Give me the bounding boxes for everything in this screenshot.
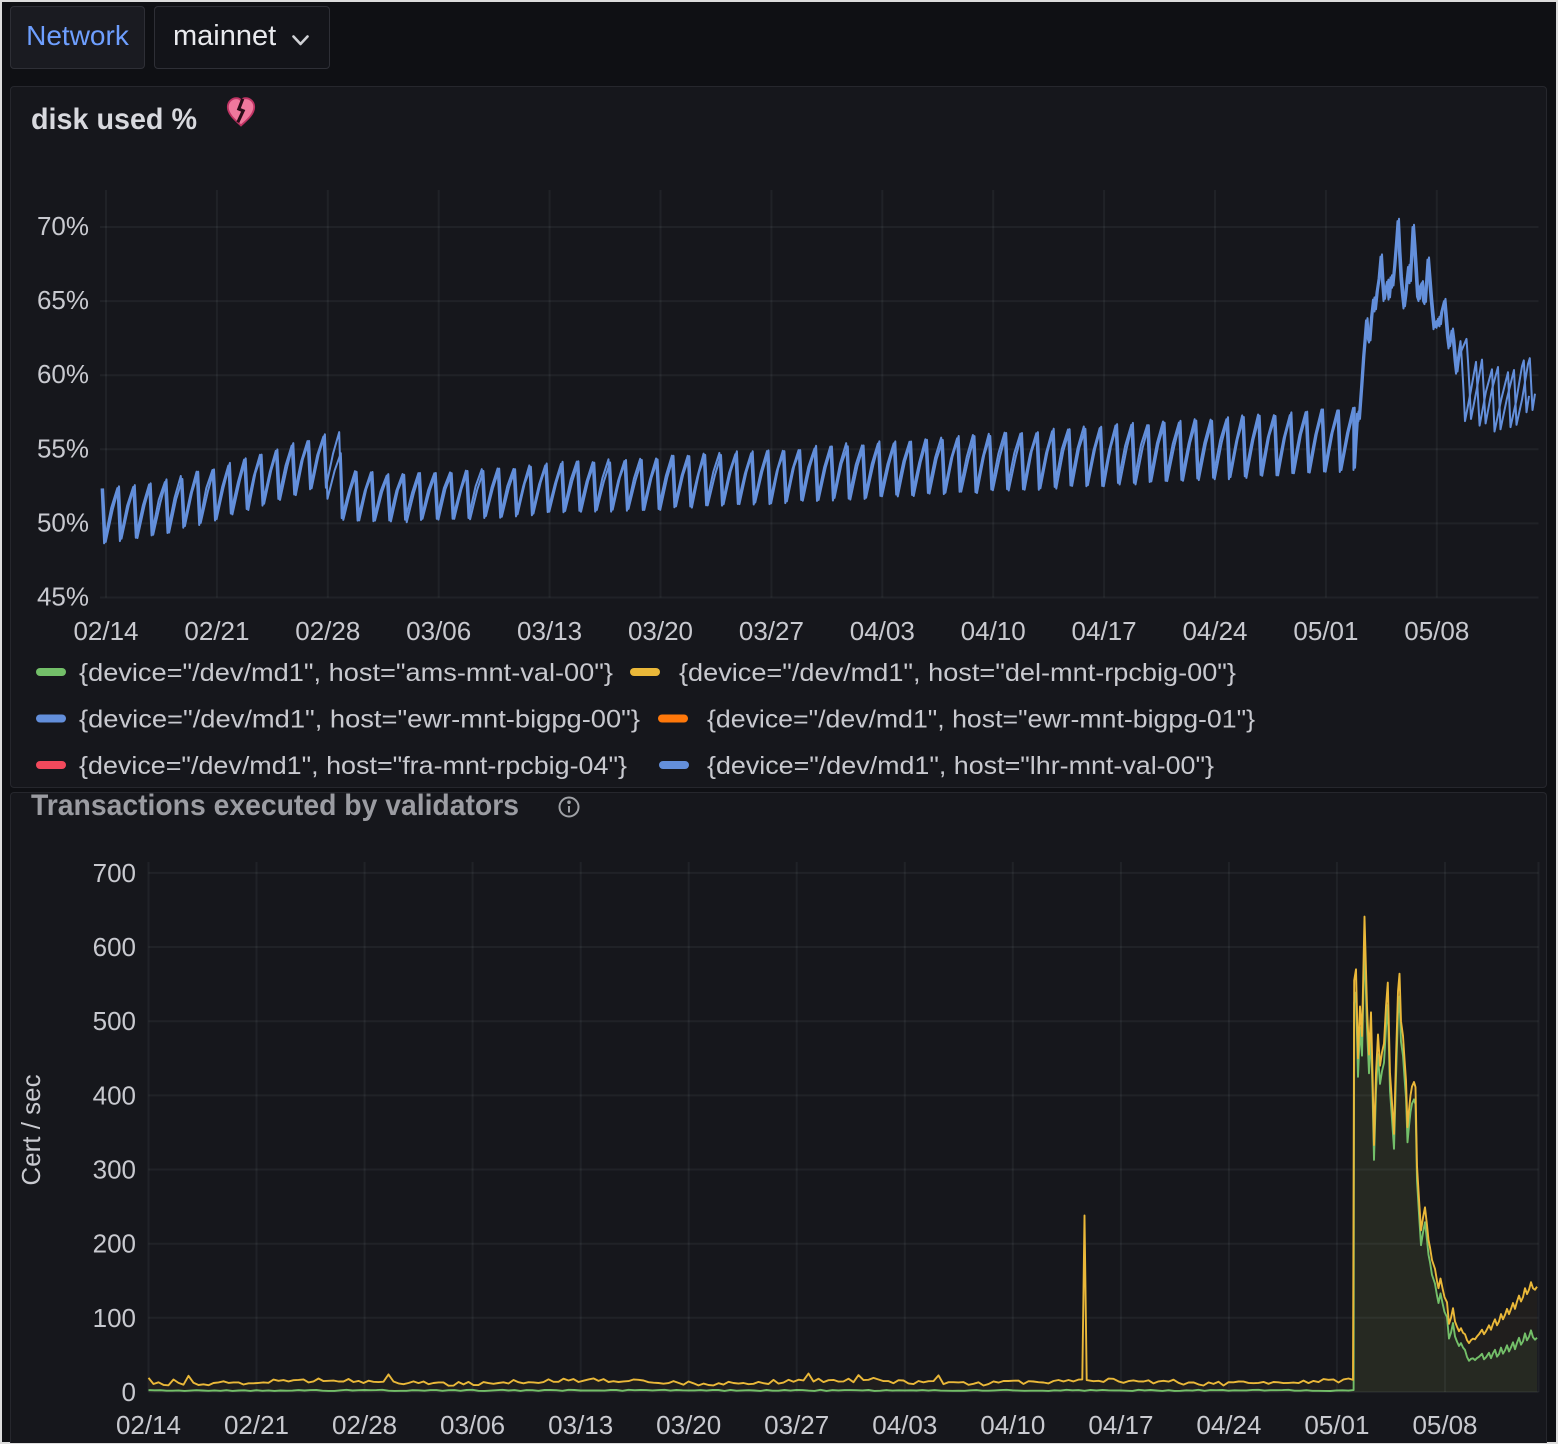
svg-text:04/17: 04/17 [1072, 616, 1137, 646]
svg-text:02/14: 02/14 [116, 1410, 181, 1440]
svg-text:disk used %: disk used % [31, 103, 197, 136]
svg-text:{device="/dev/md1", host="lhr-: {device="/dev/md1", host="lhr-mnt-val-00… [707, 752, 1214, 780]
svg-text:45%: 45% [37, 581, 89, 611]
svg-text:02/21: 02/21 [224, 1410, 289, 1440]
svg-text:Cert / sec: Cert / sec [16, 1074, 46, 1185]
svg-text:600: 600 [93, 932, 136, 962]
svg-text:{device="/dev/md1", host="ewr-: {device="/dev/md1", host="ewr-mnt-bigpg-… [79, 705, 640, 733]
svg-text:03/06: 03/06 [406, 616, 471, 646]
svg-text:500: 500 [93, 1006, 136, 1036]
svg-text:Transactions executed by valid: Transactions executed by validators [31, 793, 519, 822]
svg-text:05/01: 05/01 [1293, 616, 1358, 646]
svg-text:{device="/dev/md1", host="fra-: {device="/dev/md1", host="fra-mnt-rpcbig… [79, 752, 627, 780]
svg-text:{device="/dev/md1", host="del-: {device="/dev/md1", host="del-mnt-rpcbig… [679, 659, 1236, 687]
svg-text:300: 300 [93, 1154, 136, 1184]
svg-text:05/08: 05/08 [1412, 1410, 1477, 1440]
svg-text:05/01: 05/01 [1304, 1410, 1369, 1440]
svg-text:02/21: 02/21 [184, 616, 249, 646]
svg-text:03/06: 03/06 [440, 1410, 505, 1440]
svg-text:03/13: 03/13 [517, 616, 582, 646]
svg-text:04/10: 04/10 [961, 616, 1026, 646]
svg-text:{device="/dev/md1", host="ewr-: {device="/dev/md1", host="ewr-mnt-bigpg-… [707, 705, 1255, 733]
svg-text:{device="/dev/md1", host="ams-: {device="/dev/md1", host="ams-mnt-val-00… [79, 659, 613, 687]
svg-text:04/10: 04/10 [980, 1410, 1045, 1440]
svg-text:0: 0 [122, 1377, 136, 1407]
svg-text:200: 200 [93, 1228, 136, 1258]
svg-text:400: 400 [93, 1080, 136, 1110]
svg-text:55%: 55% [37, 433, 89, 463]
svg-text:05/08: 05/08 [1404, 616, 1469, 646]
svg-text:04/17: 04/17 [1088, 1410, 1153, 1440]
svg-text:65%: 65% [37, 285, 89, 315]
svg-text:700: 700 [93, 857, 136, 887]
svg-text:03/27: 03/27 [739, 616, 804, 646]
svg-text:03/27: 03/27 [764, 1410, 829, 1440]
svg-text:04/24: 04/24 [1182, 616, 1247, 646]
svg-text:02/28: 02/28 [295, 616, 360, 646]
svg-text:50%: 50% [37, 507, 89, 537]
svg-text:02/14: 02/14 [73, 616, 138, 646]
svg-text:04/03: 04/03 [872, 1410, 937, 1440]
svg-text:70%: 70% [37, 211, 89, 241]
svg-text:100: 100 [93, 1302, 136, 1332]
svg-text:03/13: 03/13 [548, 1410, 613, 1440]
svg-text:03/20: 03/20 [628, 616, 693, 646]
svg-text:04/24: 04/24 [1196, 1410, 1261, 1440]
svg-text:03/20: 03/20 [656, 1410, 721, 1440]
svg-text:04/03: 04/03 [850, 616, 915, 646]
svg-text:02/28: 02/28 [332, 1410, 397, 1440]
svg-text:60%: 60% [37, 359, 89, 389]
